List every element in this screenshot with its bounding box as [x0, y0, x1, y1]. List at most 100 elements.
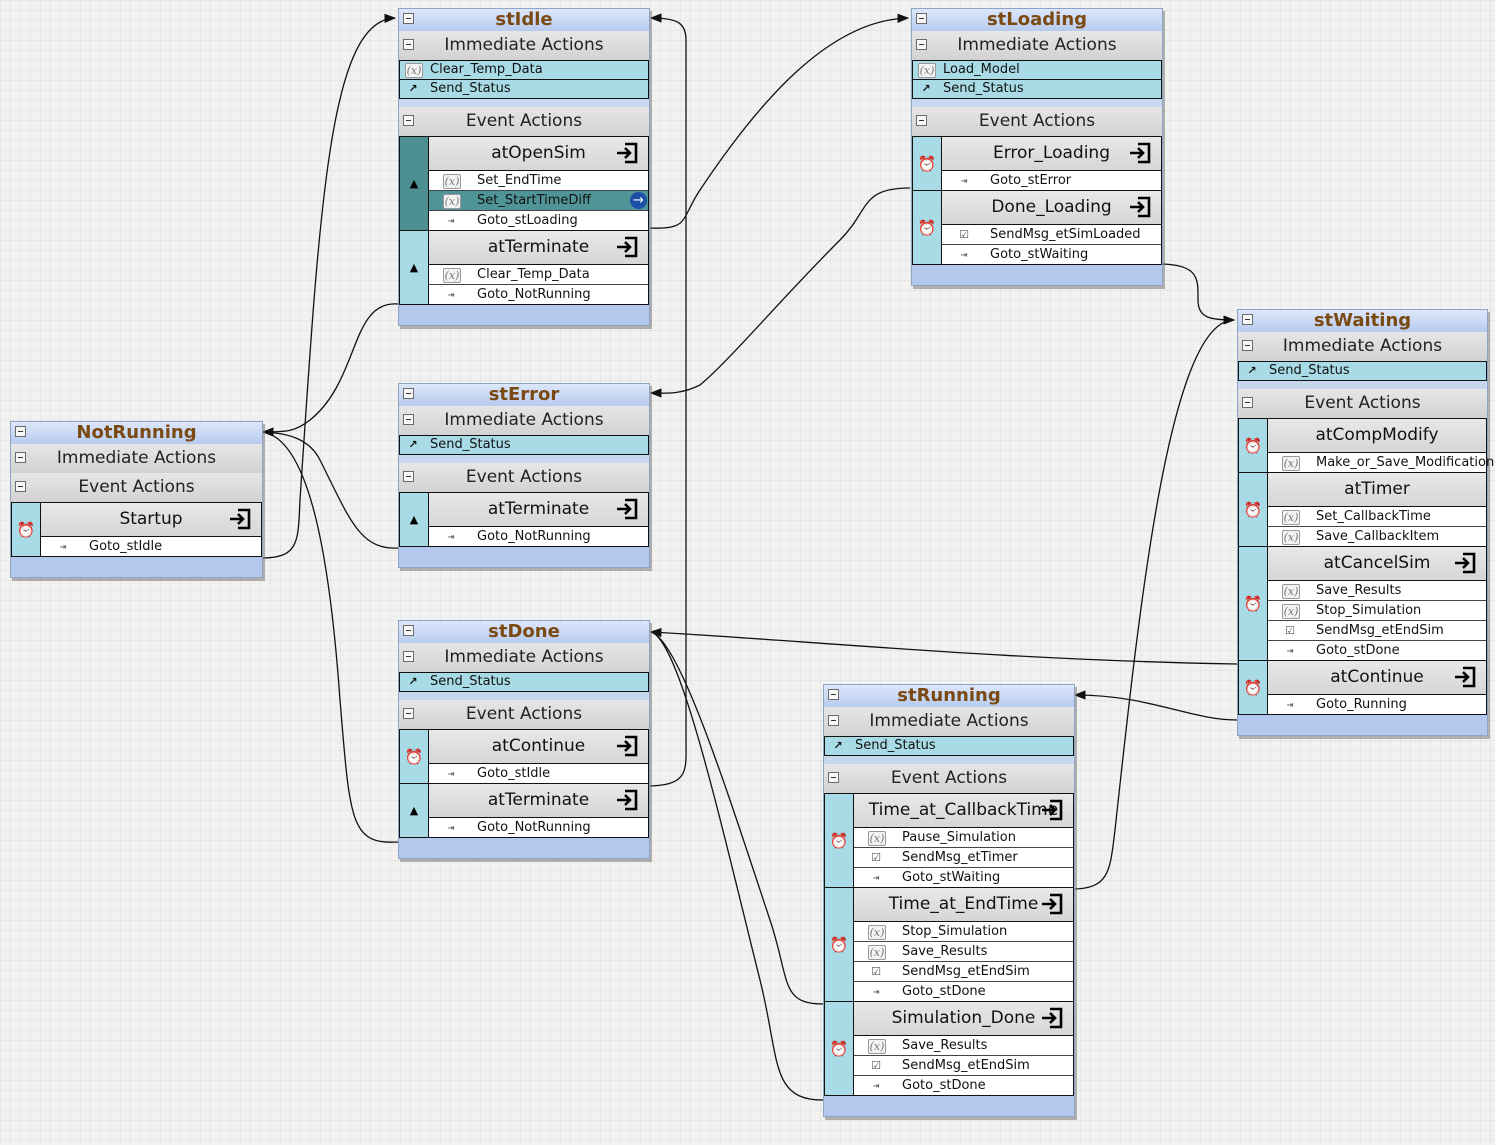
immediate-action-row[interactable]: (x) Clear_Temp_Data — [399, 60, 649, 80]
collapse-toggle-icon[interactable] — [15, 481, 26, 492]
collapse-toggle-icon[interactable] — [15, 452, 26, 463]
state-strunning[interactable]: stRunning Immediate Actions ↗ Send_Status Ev… — [823, 684, 1075, 1117]
event-header[interactable]: atCompModify — [1268, 419, 1486, 453]
event-action-row[interactable]: ⇥ Goto_stIdle — [429, 764, 648, 783]
immediate-actions-header[interactable]: Immediate Actions — [1238, 332, 1487, 361]
event-trigger-cell[interactable]: ⏰ — [1239, 419, 1268, 472]
collapse-toggle-icon[interactable] — [403, 625, 414, 636]
event-action-row[interactable]: ⇥ Goto_NotRunning — [429, 527, 648, 546]
event-header[interactable]: atCancelSim — [1268, 547, 1486, 581]
state-title-bar[interactable]: stRunning — [824, 685, 1074, 707]
collapse-toggle-icon[interactable] — [1242, 340, 1253, 351]
event-header[interactable]: atContinue — [1268, 661, 1486, 695]
collapse-toggle-icon[interactable] — [916, 13, 927, 24]
collapse-toggle-icon[interactable] — [403, 388, 414, 399]
event-block[interactable]: ⏰ Done_Loading ☑ SendMsg_etSimLoaded ⇥ Goto_s… — [912, 191, 1162, 265]
go-to-transition-icon[interactable]: → — [630, 192, 647, 209]
event-actions-header[interactable]: Event Actions — [1238, 389, 1487, 418]
immediate-actions-header[interactable]: Immediate Actions — [399, 406, 649, 435]
collapse-toggle-icon[interactable] — [403, 708, 414, 719]
event-block[interactable]: ⏰ Time_at_CallbackTime (x) Pause_Simulation… — [824, 793, 1074, 888]
event-action-row[interactable]: ⇥ Goto_stDone — [1268, 641, 1486, 660]
event-trigger-cell[interactable]: ▲ — [400, 784, 429, 837]
immediate-action-row[interactable]: ↗ Send_Status — [399, 435, 649, 455]
event-action-row[interactable]: ☑ SendMsg_etEndSim — [1268, 621, 1486, 641]
event-header[interactable]: atTimer — [1268, 473, 1486, 507]
event-trigger-cell[interactable]: ▲ — [400, 137, 429, 230]
event-trigger-cell[interactable]: ⏰ — [825, 888, 854, 1001]
event-block[interactable]: ⏰ Startup ⇥ Goto_stIdle — [11, 502, 262, 557]
state-notrunning[interactable]: NotRunning Immediate Actions Event Actions… — [10, 421, 263, 578]
event-block[interactable]: ⏰ atCancelSim (x) Save_Results (x) Stop_Simul… — [1238, 547, 1487, 661]
event-trigger-cell[interactable]: ⏰ — [1239, 547, 1268, 660]
event-block[interactable]: ▲ atTerminate (x) Clear_Temp_Data ⇥ Goto_NotR… — [399, 231, 649, 305]
collapse-toggle-icon[interactable] — [403, 39, 414, 50]
collapse-toggle-icon[interactable] — [1242, 314, 1253, 325]
state-title-bar[interactable]: stError — [399, 384, 649, 406]
event-header[interactable]: Simulation_Done — [854, 1002, 1073, 1036]
event-block[interactable]: ⏰ atContinue ⇥ Goto_Running — [1238, 661, 1487, 715]
event-action-row[interactable]: (x) Set_StartTimeDiff → — [429, 191, 648, 211]
event-trigger-cell[interactable]: ⏰ — [825, 1002, 854, 1095]
event-action-row[interactable]: (x) Clear_Temp_Data — [429, 265, 648, 285]
immediate-action-row[interactable]: ↗ Send_Status — [824, 736, 1074, 756]
event-trigger-cell[interactable]: ⏰ — [913, 191, 942, 264]
event-action-row[interactable]: (x) Save_Results — [854, 1036, 1073, 1056]
event-header[interactable]: Time_at_CallbackTime — [854, 794, 1073, 828]
collapse-toggle-icon[interactable] — [403, 414, 414, 425]
event-action-row[interactable]: ⇥ Goto_stIdle — [41, 537, 261, 556]
event-action-row[interactable]: ⇥ Goto_stLoading — [429, 211, 648, 230]
event-action-row[interactable]: (x) Make_or_Save_Modification — [1268, 453, 1494, 472]
event-actions-header[interactable]: Event Actions — [399, 463, 649, 492]
event-header[interactable]: atTerminate — [429, 784, 648, 818]
event-action-row[interactable]: ☑ SendMsg_etEndSim — [854, 962, 1073, 982]
state-stwaiting[interactable]: stWaiting Immediate Actions ↗ Send_Status Ev… — [1237, 309, 1494, 736]
event-action-row[interactable]: (x) Stop_Simulation — [854, 922, 1073, 942]
collapse-toggle-icon[interactable] — [403, 115, 414, 126]
immediate-action-row[interactable]: (x) Load_Model — [912, 60, 1162, 80]
event-trigger-cell[interactable]: ⏰ — [12, 503, 41, 556]
event-action-row[interactable]: (x) Save_Results — [854, 942, 1073, 962]
event-block[interactable]: ▲ atTerminate ⇥ Goto_NotRunning — [399, 492, 649, 547]
immediate-actions-header[interactable]: Immediate Actions — [399, 643, 649, 672]
event-block[interactable]: ⏰ Simulation_Done (x) Save_Results ☑ SendMsg_… — [824, 1002, 1074, 1096]
collapse-toggle-icon[interactable] — [403, 13, 414, 24]
event-header[interactable]: atOpenSim — [429, 137, 648, 171]
event-block[interactable]: ⏰ atTimer (x) Set_CallbackTime (x) Save_Callb… — [1238, 473, 1487, 547]
event-trigger-cell[interactable]: ▲ — [400, 231, 429, 304]
event-action-row[interactable]: (x) Stop_Simulation — [1268, 601, 1486, 621]
event-block[interactable]: ⏰ Time_at_EndTime (x) Stop_Simulation (x) Sav… — [824, 888, 1074, 1002]
event-header[interactable]: Startup — [41, 503, 261, 537]
event-action-row[interactable]: ⇥ Goto_stDone — [854, 982, 1073, 1001]
event-action-row[interactable]: ☑ SendMsg_etTimer — [854, 848, 1073, 868]
event-block[interactable]: ⏰ Error_Loading ⇥ Goto_stError — [912, 136, 1162, 191]
state-stloading[interactable]: stLoading Immediate Actions (x) Load_Model ↗… — [911, 8, 1163, 286]
event-action-row[interactable]: ⇥ Goto_stWaiting — [854, 868, 1073, 887]
event-header[interactable]: atTerminate — [429, 493, 648, 527]
collapse-toggle-icon[interactable] — [916, 39, 927, 50]
immediate-actions-header[interactable]: Immediate Actions — [912, 31, 1162, 60]
state-stidle[interactable]: stIdle Immediate Actions (x) Clear_Temp_Dat… — [398, 8, 650, 326]
event-action-row[interactable]: ⇥ Goto_Running — [1268, 695, 1486, 714]
event-action-row[interactable]: ⇥ Goto_stWaiting — [942, 245, 1161, 264]
state-title-bar[interactable]: stWaiting — [1238, 310, 1487, 332]
state-title-bar[interactable]: stLoading — [912, 9, 1162, 31]
collapse-toggle-icon[interactable] — [403, 471, 414, 482]
event-action-row[interactable]: (x) Save_CallbackItem — [1268, 527, 1486, 546]
state-title-bar[interactable]: stDone — [399, 621, 649, 643]
collapse-toggle-icon[interactable] — [15, 426, 26, 437]
event-block[interactable]: ⏰ atContinue ⇥ Goto_stIdle — [399, 729, 649, 784]
collapse-toggle-icon[interactable] — [1242, 397, 1253, 408]
event-action-row[interactable]: ⇥ Goto_stError — [942, 171, 1161, 190]
immediate-actions-header[interactable]: Immediate Actions — [824, 707, 1074, 736]
event-header[interactable]: atTerminate — [429, 231, 648, 265]
event-trigger-cell[interactable]: ⏰ — [825, 794, 854, 887]
event-actions-header[interactable]: Event Actions — [399, 700, 649, 729]
event-trigger-cell[interactable]: ⏰ — [1239, 473, 1268, 546]
event-actions-header[interactable]: Event Actions — [399, 107, 649, 136]
event-action-row[interactable]: ⇥ Goto_NotRunning — [429, 818, 648, 837]
immediate-action-row[interactable]: ↗ Send_Status — [1238, 361, 1487, 381]
event-actions-header[interactable]: Event Actions — [824, 764, 1074, 793]
event-header[interactable]: atContinue — [429, 730, 648, 764]
immediate-action-row[interactable]: ↗ Send_Status — [912, 80, 1162, 99]
